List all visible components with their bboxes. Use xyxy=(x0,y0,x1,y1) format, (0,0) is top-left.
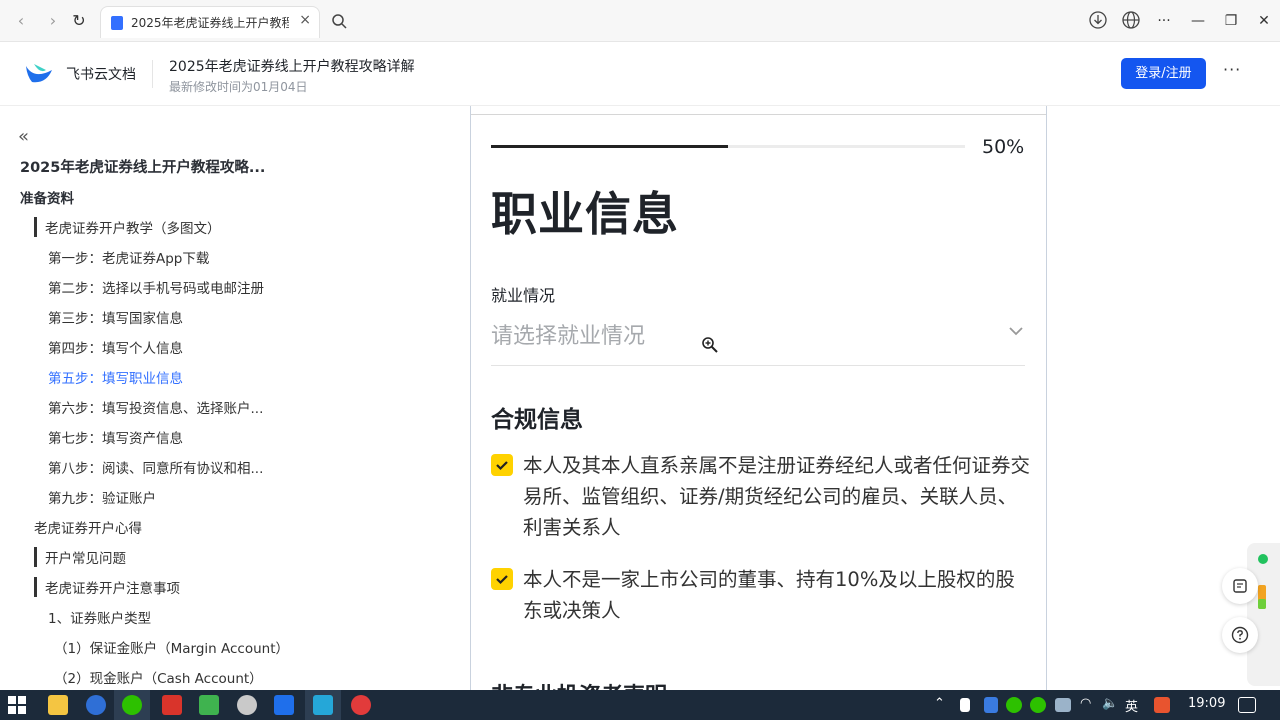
close-window-icon[interactable]: ✕ xyxy=(1253,10,1275,32)
progress-percent: 50% xyxy=(982,136,1025,158)
wechat-icon[interactable] xyxy=(122,695,142,715)
toc-item-step2[interactable]: 第二步：选择以手机号码或电邮注册 xyxy=(48,277,264,297)
more-options-icon[interactable]: ··· xyxy=(1223,60,1241,79)
clock[interactable]: 19:09 xyxy=(1188,696,1225,711)
header-divider xyxy=(152,60,153,88)
wifi-icon[interactable]: ◠ xyxy=(1080,696,1091,711)
doc-last-modified: 最新修改时间为01月04日 xyxy=(169,80,308,94)
spreadsheet-app-icon[interactable] xyxy=(199,695,219,715)
compliance-check-1-text: 本人及其本人直系亲属不是注册证券经纪人或者任何证券交易所、监管组织、证券/期货经… xyxy=(523,454,1031,539)
collapse-sidebar-icon[interactable]: « xyxy=(18,126,29,147)
toc-item-tutorial[interactable]: 老虎证券开户教学（多图文） xyxy=(34,217,221,237)
doc-title: 2025年老虎证券线上开户教程攻略详解 xyxy=(169,59,415,75)
compliance-check-2-text: 本人不是一家上市公司的董事、持有10%及以上股权的股东或决策人 xyxy=(523,568,1015,622)
toc-item-step4[interactable]: 第四步：填写个人信息 xyxy=(48,337,183,357)
app-icon[interactable] xyxy=(237,695,257,715)
browser-tab[interactable]: 2025年老虎证券线上开户教程 × xyxy=(100,6,320,38)
document-outline-icon[interactable] xyxy=(1222,568,1258,604)
reload-icon[interactable]: ↻ xyxy=(68,10,90,32)
menu-dots-icon[interactable]: ··· xyxy=(1153,10,1175,32)
wps-icon[interactable] xyxy=(162,695,182,715)
employment-placeholder: 请选择就业情况 xyxy=(491,324,646,349)
file-explorer-icon[interactable] xyxy=(48,695,68,715)
browser-app-icon[interactable] xyxy=(86,695,106,715)
wechat-tray-icon[interactable] xyxy=(1030,697,1046,713)
toc-item-step8[interactable]: 第八步：阅读、同意所有协议和相... xyxy=(48,457,263,477)
toc-sidebar: « 2025年老虎证券线上开户教程攻略... 准备资料 老虎证券开户教学（多图文… xyxy=(0,106,470,690)
browser-toolbar: ‹ › ↻ 2025年老虎证券线上开户教程 × ··· — ❐ ✕ xyxy=(0,0,1280,42)
notification-icon[interactable] xyxy=(1238,697,1256,713)
employment-select[interactable]: 请选择就业情况 xyxy=(491,312,1025,366)
compliance-heading: 合规信息 xyxy=(491,407,583,433)
tray-expand-icon[interactable]: ⌃ xyxy=(934,696,945,711)
next-section-heading: 非专业投资者声明 xyxy=(491,678,667,690)
checkbox-checked-icon[interactable] xyxy=(491,454,513,476)
toc-item-step1[interactable]: 第一步：老虎证券App下载 xyxy=(48,247,209,267)
tab-search-icon[interactable] xyxy=(328,10,350,32)
compliance-check-1[interactable]: 本人及其本人直系亲属不是注册证券经纪人或者任何证券交易所、监管组织、证券/期货经… xyxy=(491,450,1031,544)
shield-icon[interactable] xyxy=(984,697,998,713)
download-icon[interactable] xyxy=(1087,10,1109,32)
toc-item-step7[interactable]: 第七步：填写资产信息 xyxy=(48,427,183,447)
toc-item-step5-active[interactable]: 第五步：填写职业信息 xyxy=(48,367,183,387)
toc-item-faq[interactable]: 开户常见问题 xyxy=(34,547,126,567)
speed-monitor-widget xyxy=(1247,543,1280,686)
employment-label: 就业情况 xyxy=(491,286,556,305)
toc-item-experience[interactable]: 老虎证券开户心得 xyxy=(34,517,142,537)
checkbox-checked-icon[interactable] xyxy=(491,568,513,590)
battery-icon[interactable] xyxy=(1055,698,1071,712)
toc-item-step6[interactable]: 第六步：填写投资信息、选择账户... xyxy=(48,397,263,417)
help-icon[interactable] xyxy=(1222,617,1258,653)
section-heading: 职业信息 xyxy=(491,187,679,241)
minimize-icon[interactable]: — xyxy=(1187,10,1209,32)
progress-bar xyxy=(491,145,965,148)
doc-content-panel: 50% 职业信息 就业情况 请选择就业情况 合规信息 本人及其本人直系亲属不是注… xyxy=(470,106,1047,690)
progress-bar-fill xyxy=(491,145,728,148)
brand-name: 飞书云文档 xyxy=(66,67,136,83)
feishu-logo-icon xyxy=(24,60,54,86)
toc-item-margin-account[interactable]: （1）保证金账户（Margin Account） xyxy=(54,637,289,657)
app-header: 飞书云文档 2025年老虎证券线上开户教程攻略详解 最新修改时间为01月04日 … xyxy=(0,42,1280,106)
wechat-tray-icon[interactable] xyxy=(1006,697,1022,713)
doc-favicon-icon xyxy=(111,16,123,30)
toc-item-step9[interactable]: 第九步：验证账户 xyxy=(48,487,156,507)
toc-item-step3[interactable]: 第三步：填写国家信息 xyxy=(48,307,183,327)
doc-image-top-edge xyxy=(471,106,1046,115)
sogou-ime-icon[interactable] xyxy=(1154,697,1170,713)
zoom-in-cursor-icon xyxy=(701,336,719,354)
chevron-down-icon xyxy=(1007,322,1025,340)
forward-icon[interactable]: › xyxy=(42,10,64,32)
toc-item-cash-account[interactable]: （2）现金账户（Cash Account） xyxy=(54,667,263,687)
tab-title: 2025年老虎证券线上开户教程 xyxy=(131,16,289,30)
restore-icon[interactable]: ❐ xyxy=(1220,10,1242,32)
input-method-indicator[interactable]: 英 xyxy=(1125,696,1138,715)
window-app-icon[interactable] xyxy=(313,695,333,715)
tab-close-icon[interactable]: × xyxy=(299,12,311,28)
login-register-button[interactable]: 登录/注册 xyxy=(1121,58,1206,89)
back-icon[interactable]: ‹ xyxy=(10,10,32,32)
compliance-check-2[interactable]: 本人不是一家上市公司的董事、持有10%及以上股权的股东或决策人 xyxy=(491,564,1031,628)
recorder-icon[interactable] xyxy=(351,695,371,715)
volume-icon[interactable]: 🔈 xyxy=(1102,696,1118,711)
toc-item-title[interactable]: 2025年老虎证券线上开户教程攻略... xyxy=(20,156,265,177)
globe-icon[interactable] xyxy=(1120,10,1142,32)
toc-item-materials[interactable]: 准备资料 xyxy=(20,187,74,207)
usb-icon[interactable] xyxy=(960,698,970,712)
toc-item-notes[interactable]: 老虎证券开户注意事项 xyxy=(34,577,180,597)
windows-taskbar: ⌃ ◠ 🔈 英 19:09 xyxy=(0,690,1280,720)
windows-start-icon[interactable] xyxy=(8,696,28,716)
feishu-app-icon[interactable] xyxy=(274,695,294,715)
toc-item-account-types[interactable]: 1、证券账户类型 xyxy=(48,607,151,627)
